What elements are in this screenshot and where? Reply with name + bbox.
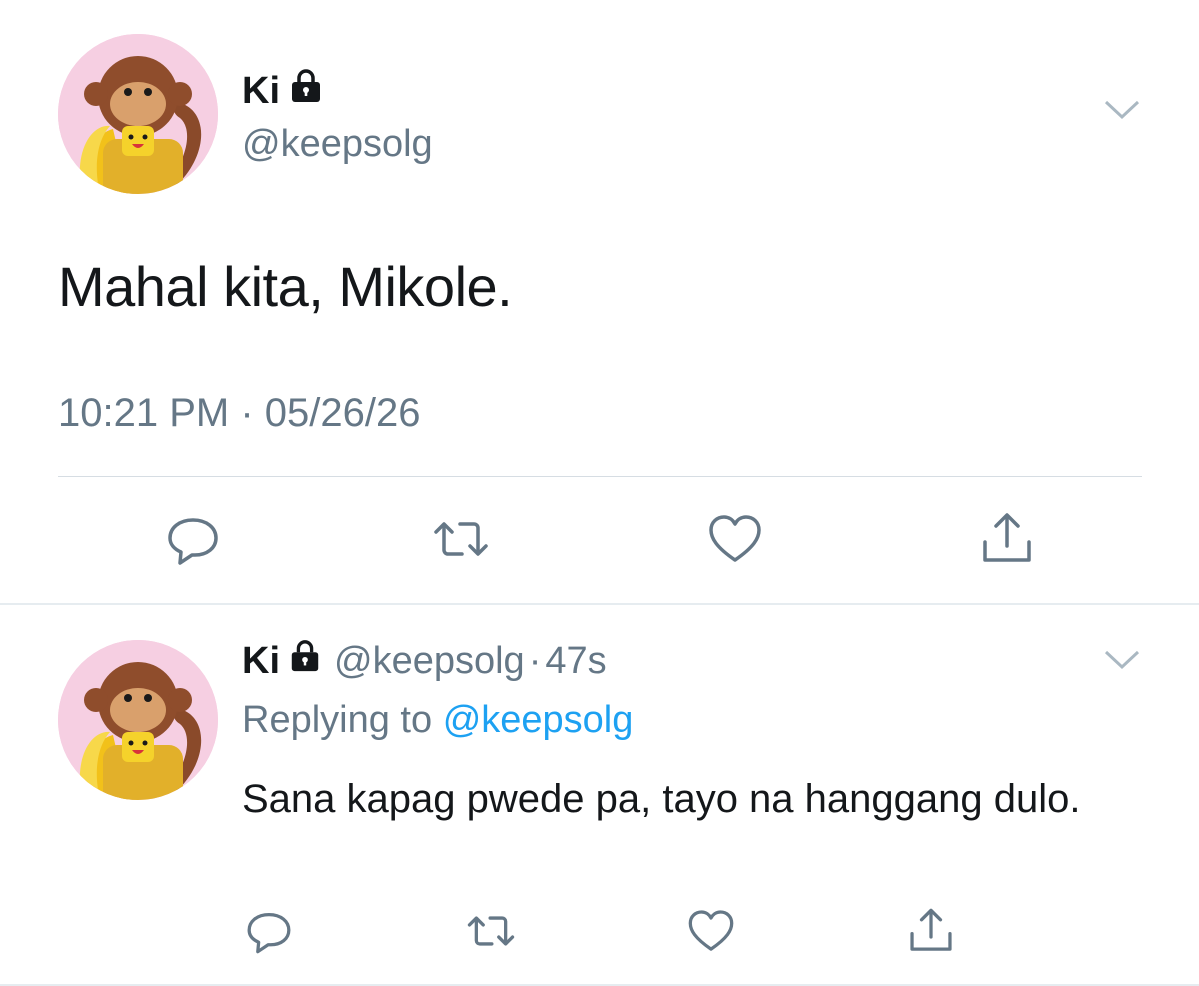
monkey-avatar-image: [58, 34, 218, 194]
author-name-text[interactable]: Ki: [242, 69, 280, 113]
author-name[interactable]: Ki: [242, 68, 324, 114]
tweet-separator: [0, 603, 1199, 605]
retweet-icon[interactable]: [464, 906, 518, 961]
reply-text: Sana kapag pwede pa, tayo na hanggang du…: [242, 777, 1081, 821]
replying-to-user-link[interactable]: @keepsolg: [443, 699, 634, 741]
share-icon[interactable]: [906, 906, 956, 961]
reply-icon[interactable]: [164, 510, 222, 573]
lock-icon: [288, 638, 322, 684]
avatar[interactable]: [58, 34, 218, 194]
retweet-icon[interactable]: [430, 510, 492, 573]
author-handle[interactable]: @keepsolg: [242, 120, 433, 168]
replying-to-label: Replying to: [242, 699, 433, 741]
author-handle[interactable]: @keepsolg: [334, 638, 525, 684]
like-icon[interactable]: [706, 510, 764, 573]
replying-to: Replying to @keepsolg: [242, 696, 633, 744]
separator-dot: ·: [528, 640, 542, 682]
avatar[interactable]: [58, 640, 218, 800]
chevron-down-icon[interactable]: [1100, 96, 1144, 129]
chevron-down-icon[interactable]: [1100, 646, 1144, 679]
reply-icon[interactable]: [244, 906, 294, 961]
divider: [58, 476, 1142, 477]
lock-icon: [288, 68, 324, 114]
tweet-timestamp[interactable]: 10:21 PM · 05/26/26: [58, 388, 420, 438]
reply-header: Ki @keepsolg · 47s: [242, 638, 607, 684]
monkey-avatar-image: [58, 640, 218, 800]
tweet-age[interactable]: 47s: [545, 638, 606, 684]
author-name-text[interactable]: Ki: [242, 638, 280, 684]
like-icon[interactable]: [686, 906, 736, 961]
tweet-text: Mahal kita, Mikole.: [58, 255, 513, 318]
share-icon[interactable]: [978, 510, 1036, 573]
